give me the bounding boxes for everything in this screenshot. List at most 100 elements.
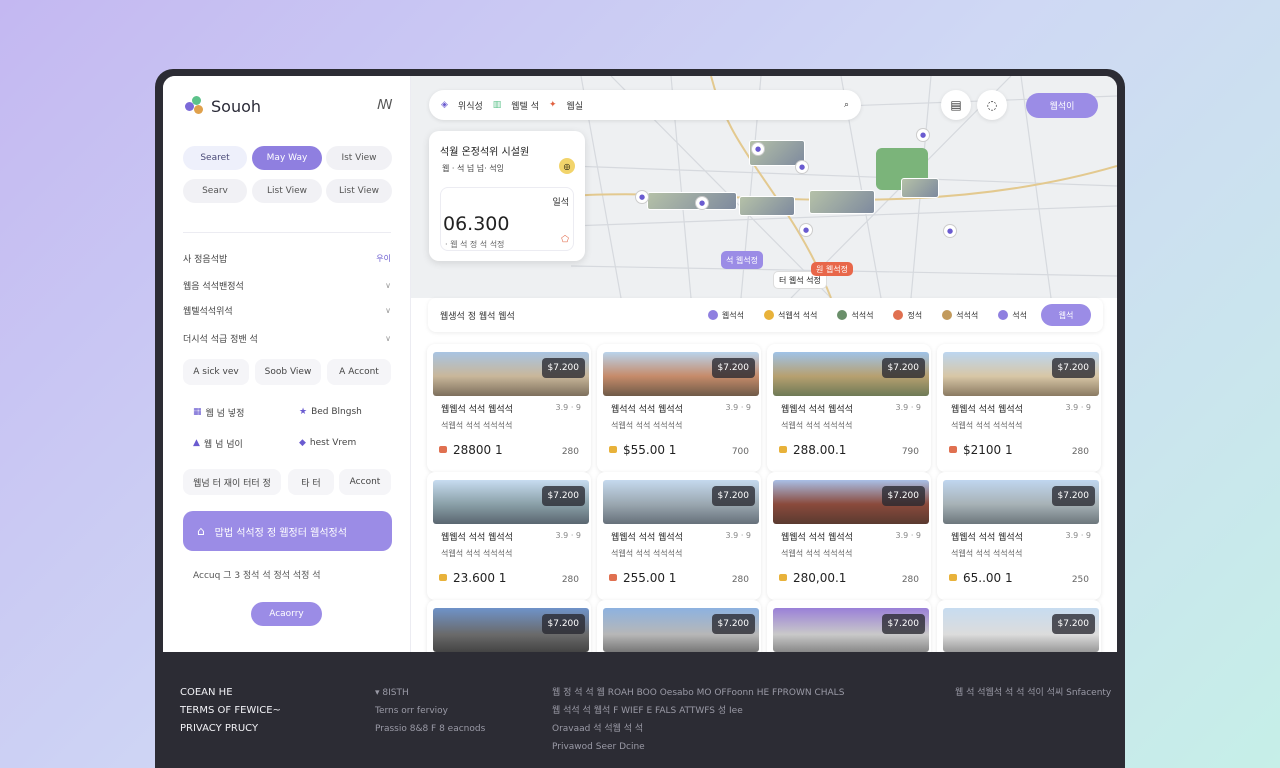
listing-price-tag: $7.200 — [881, 486, 925, 506]
pill-search[interactable]: Searet — [183, 146, 247, 170]
filter-icon — [837, 310, 848, 320]
map-pin-icon[interactable]: ● — [943, 224, 957, 238]
chip-label: 웹 넘 넘이 — [203, 439, 243, 450]
filter-item[interactable]: 석석석 — [837, 310, 873, 321]
listing-price-tag: $7.200 — [881, 358, 925, 378]
map-view[interactable]: ● ● ● ● ● ● ● 석 웹석정 터 웹석 석정 원 웹석정 ◈ 위식성 … — [411, 76, 1117, 298]
search-chip[interactable]: 웹텔 석 — [511, 99, 539, 112]
listing-meta: 3.9 · 9 — [895, 403, 921, 412]
listing-price-tag: $7.200 — [541, 486, 585, 506]
listing-card[interactable]: $7.200 웹웹석 석석 웹석석 3.9 · 9 석웹석 석석 석석석석 288… — [767, 344, 931, 472]
map-action-button[interactable]: 웹석이 — [1026, 93, 1098, 118]
map-marker[interactable]: 석 웹석정 — [721, 251, 763, 269]
listing-card[interactable]: $7.200 웹석석 석석 웹석석 3.9 · 9 석웹석 석석 석석석석 $55… — [597, 344, 761, 472]
map-search-bar[interactable]: ◈ 위식성 ▥ 웹텔 석 ✦ 웹실 ⌕ — [429, 90, 861, 120]
listing-card[interactable]: $7.200 웹웹석 석석 웹석석 3.9 · 9 석웹석 석석 석석석석 23.… — [427, 472, 591, 600]
search-chip[interactable]: 위식성 — [458, 99, 483, 112]
filter-item[interactable]: 석웹석 석석 — [764, 310, 817, 321]
listing-amount: 288.00.1 — [793, 443, 847, 457]
account-button[interactable]: Acaorry — [251, 602, 322, 626]
document-icon[interactable]: ▤ — [941, 90, 971, 120]
map-photo — [901, 178, 939, 198]
listing-card[interactable]: $7.200 — [597, 600, 761, 652]
listing-count: 280 — [561, 447, 579, 457]
chip-option[interactable]: ▲ 웹 넘 넘이 — [183, 430, 279, 456]
chip-filter[interactable]: 타 터 — [288, 469, 334, 495]
listing-card[interactable]: $7.200 웹웹석 석석 웹석석 3.9 · 9 석웹석 석석 석석석석 255… — [597, 472, 761, 600]
cta-button[interactable]: ⌂ 맙법 석석정 정 웹정터 웹석정석 — [183, 511, 392, 551]
pill-list-view-3[interactable]: List View — [326, 179, 392, 203]
listing-amount: 65..00 1 — [963, 571, 1013, 585]
app-screen: Souoh ꟿ Searet May Way Ist View Searv Li… — [163, 76, 1117, 652]
price-summary-card: 석월 온정석위 시설원 웹 · 석 넘 넘· 석잉 ◎ 06.300 일석 · … — [429, 131, 585, 261]
map-pin-icon[interactable]: ● — [635, 190, 649, 204]
chip-soob-view[interactable]: Soob View — [255, 359, 321, 385]
map-pin-icon[interactable]: ● — [695, 196, 709, 210]
chip-filter[interactable]: 웹넘 터 재이 터터 정 — [183, 469, 281, 495]
map-pin-icon[interactable]: ● — [795, 160, 809, 174]
chip-option[interactable]: ◆ hest Vrem — [289, 430, 385, 456]
logo[interactable]: Souoh — [185, 96, 261, 116]
chip-account-2[interactable]: Accont — [339, 469, 391, 495]
chip-label: Accont — [349, 477, 381, 487]
listing-icon — [609, 446, 617, 453]
footer-link[interactable]: PRIVACY PRUCY — [180, 720, 281, 738]
filter-label: 석웹석 석석 — [778, 310, 818, 320]
listing-description: 석웹석 석석 석석석석 — [441, 421, 513, 430]
map-pin-icon[interactable]: ● — [916, 128, 930, 142]
pill-list-view-2[interactable]: List View — [252, 179, 322, 203]
sidebar-toggle-icon[interactable]: ꟿ — [377, 98, 393, 113]
map-photo — [647, 192, 737, 210]
listing-price-tag: $7.200 — [881, 614, 925, 634]
filter-row[interactable]: 웹음 석석밴정석 ∨ — [183, 279, 391, 292]
chip-label: 웹 넘 넣정 — [205, 408, 245, 419]
listing-card[interactable]: $7.200 웹웹석 석석 웹석석 3.9 · 9 석웹석 석석 석석석석 288… — [427, 344, 591, 472]
listing-price-tag: $7.200 — [711, 486, 755, 506]
map-pin-icon[interactable]: ● — [799, 223, 813, 237]
filter-item[interactable]: 석석석 — [942, 310, 978, 321]
listing-card[interactable]: $7.200 — [427, 600, 591, 652]
listing-card[interactable]: $7.200 웹웹석 석석 웹석석 3.9 · 9 석웹석 석석 석석석석 280… — [767, 472, 931, 600]
search-chip[interactable]: 웹실 — [567, 99, 834, 112]
filter-row-label: 웹음 석석밴정석 — [183, 282, 244, 292]
map-marker[interactable]: 원 웹석정 — [811, 262, 853, 276]
pill-list-view[interactable]: Ist View — [326, 146, 392, 170]
footer-link[interactable]: COEAN HE — [180, 684, 281, 702]
pill-map-view[interactable]: May Way — [252, 146, 322, 170]
listing-meta: 3.9 · 9 — [725, 531, 751, 540]
map-photo — [809, 190, 875, 214]
listing-card[interactable]: $7.200 — [767, 600, 931, 652]
map-pin-icon[interactable]: ● — [751, 142, 765, 156]
search-icon[interactable]: ⌕ — [844, 100, 849, 110]
pill-search-2[interactable]: Searv — [183, 179, 247, 203]
filter-label: 웹석석 — [721, 310, 744, 320]
filter-apply-button[interactable]: 웹석 — [1041, 304, 1091, 326]
listing-filter-bar: 웹생석 정 웹석 웹석 웹석석 석웹석 석석 석석석 정석 석석석 석석 웹석 — [428, 298, 1103, 332]
chip-option[interactable]: ★ Bed Blngsh — [289, 399, 385, 425]
listing-card[interactable]: $7.200 웹웹석 석석 웹석석 3.9 · 9 석웹석 석석 석석석석 65.… — [937, 472, 1101, 600]
filter-item[interactable]: 석석 — [998, 310, 1027, 321]
footer-link[interactable]: Prassio 8&8 F 8 eacnods — [375, 720, 485, 738]
price-card-amount: 06.300 — [443, 213, 510, 235]
user-icon[interactable]: ◌ — [977, 90, 1007, 120]
filter-row[interactable]: 더시석 석급 정밴 석 ∨ — [183, 332, 391, 345]
listing-price-tag: $7.200 — [1051, 358, 1095, 378]
listing-count: 280 — [1071, 447, 1089, 457]
filter-row[interactable]: 웹텔석석위석 ∨ — [183, 304, 391, 317]
listing-description: 석웹석 석석 석석석석 — [951, 421, 1023, 430]
listing-price-tag: $7.200 — [541, 614, 585, 634]
listing-icon — [779, 446, 787, 453]
footer-link[interactable]: TERMS OF FEWICE~ — [180, 702, 281, 720]
listing-name: 웹웹석 석석 웹석석 — [441, 405, 513, 415]
filter-item[interactable]: 정석 — [893, 310, 922, 321]
footer-link[interactable]: Terns orr fervioy — [375, 702, 485, 720]
listing-price-tag: $7.200 — [1051, 614, 1095, 634]
bookmark-icon[interactable]: ◎ — [559, 158, 575, 174]
listing-card[interactable]: $7.200 웹웹석 석석 웹석석 3.9 · 9 석웹석 석석 석석석석 $21… — [937, 344, 1101, 472]
filter-item[interactable]: 웹석석 — [707, 310, 744, 321]
chip-account[interactable]: A Accont — [327, 359, 391, 385]
chip-option[interactable]: ▦ 웹 넘 넣정 — [183, 399, 279, 425]
listing-card[interactable]: $7.200 — [937, 600, 1101, 652]
chip-quick-view[interactable]: A sick vev — [183, 359, 249, 385]
listing-name: 웹석석 석석 웹석석 — [611, 405, 683, 415]
